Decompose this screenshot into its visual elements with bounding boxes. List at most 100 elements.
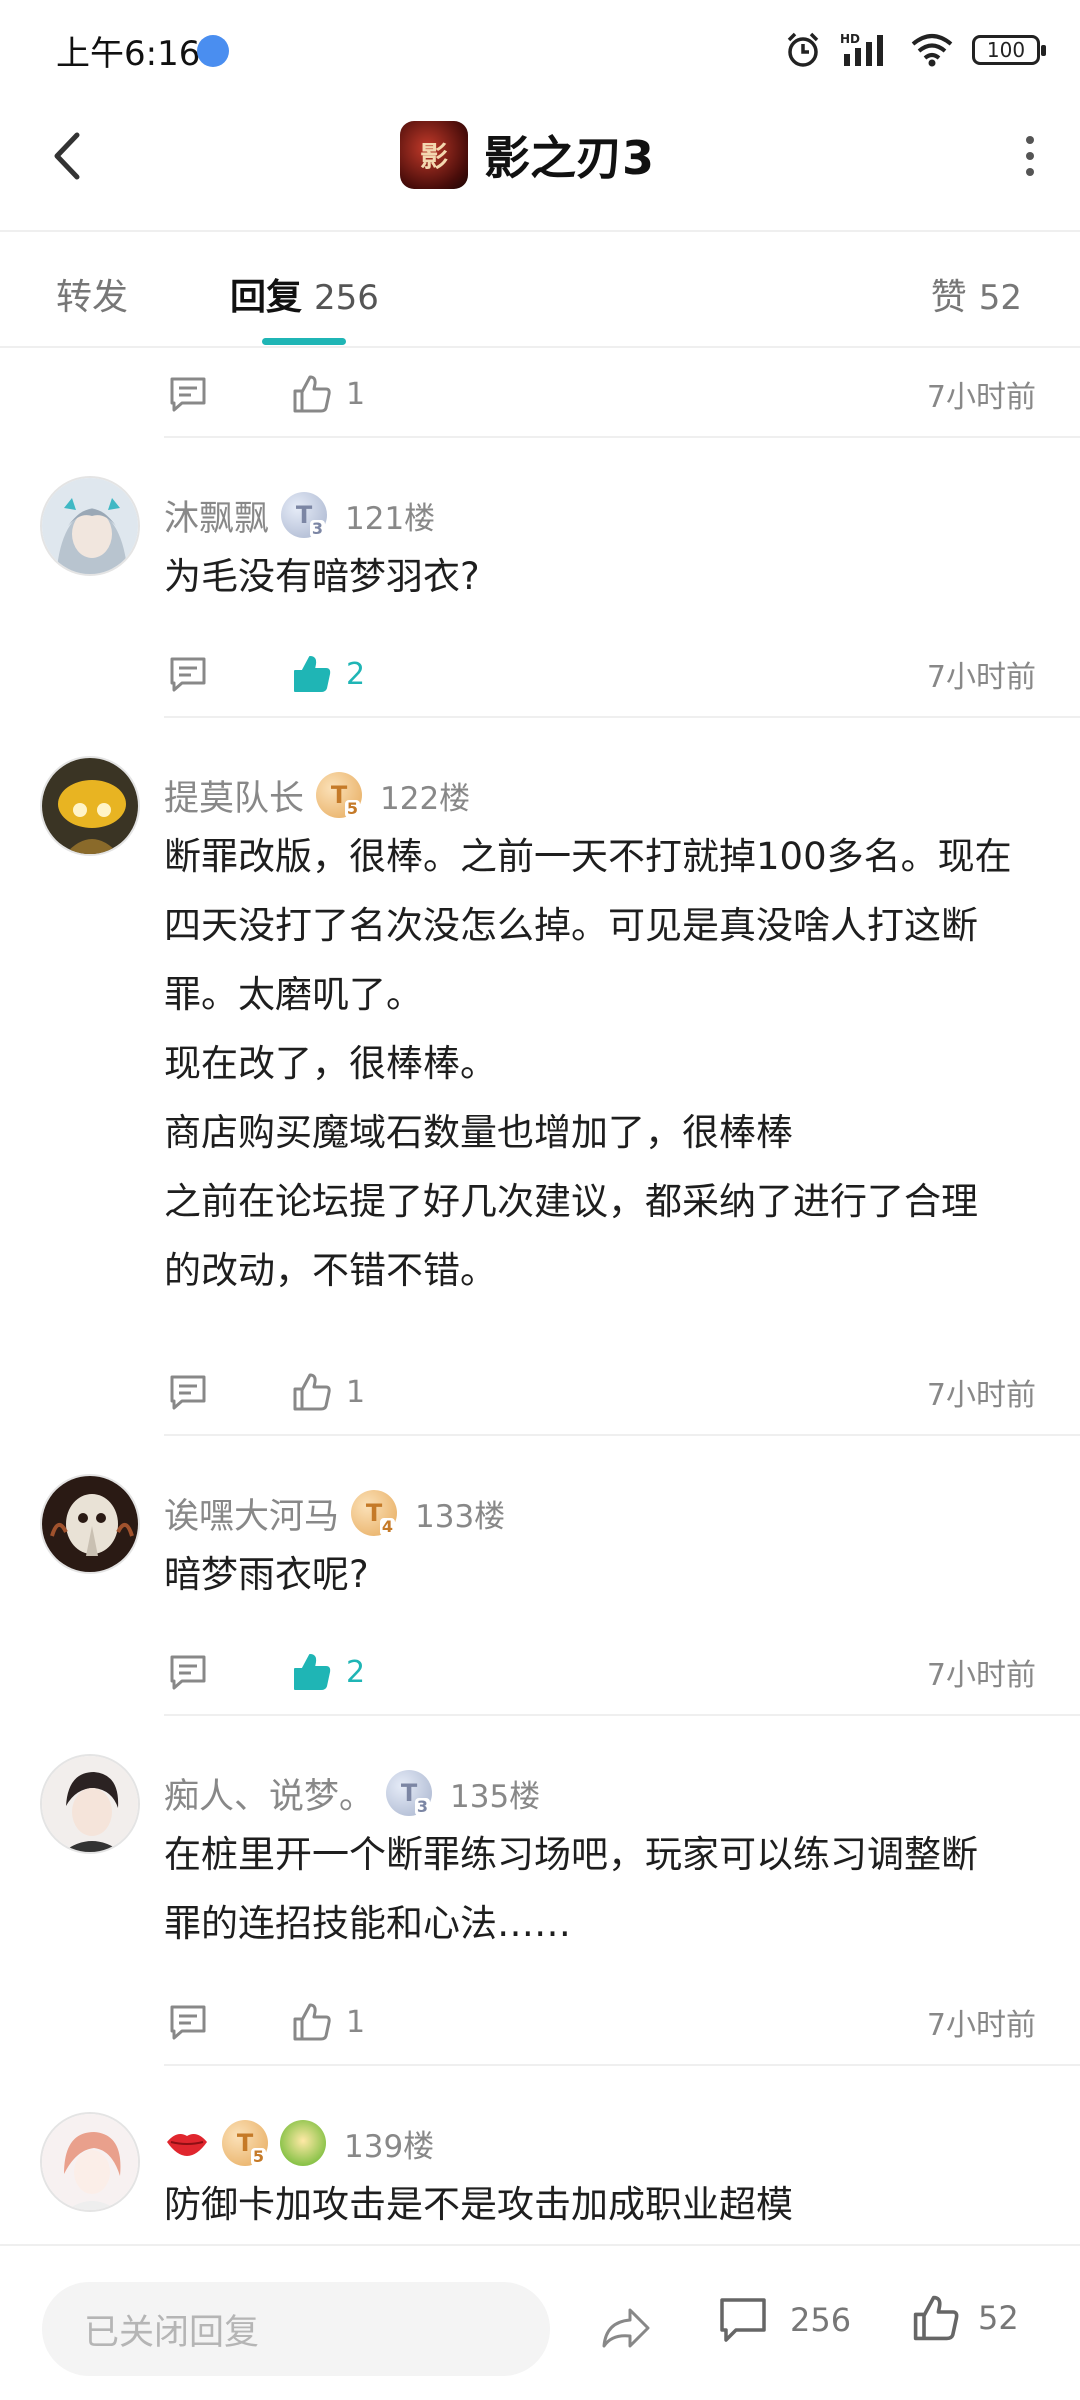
thumbs-up-icon — [293, 2003, 331, 2041]
divider — [164, 716, 1080, 718]
post-time: 7小时前 — [926, 2008, 1036, 2043]
comment-button[interactable] — [164, 370, 212, 418]
avatar[interactable] — [40, 756, 140, 856]
post-meta: T5 139楼 — [164, 2118, 434, 2168]
divider — [164, 436, 1080, 438]
tab-bar: 转发 回复 256 赞 52 — [0, 234, 1080, 348]
avatar[interactable] — [40, 476, 140, 576]
tab-forward-label: 转发 — [56, 277, 129, 318]
tab-like-count: 52 — [978, 278, 1022, 318]
like-count-button[interactable]: 52 — [912, 2294, 1019, 2342]
signal-icon: HD — [840, 32, 883, 66]
badge-level: 5 — [344, 799, 361, 818]
bottom-action-bar: 已关闭回复 256 52 — [0, 2244, 1080, 2400]
lips-icon-svg — [167, 2134, 207, 2156]
thumbs-up-icon — [294, 1654, 331, 1690]
battery-level: 100 — [986, 38, 1026, 62]
lips-icon — [164, 2120, 210, 2166]
divider — [164, 1714, 1080, 1716]
post-meta: 提莫队长 T5 122楼 — [164, 770, 470, 820]
location-app-icon — [197, 35, 229, 67]
tab-reply[interactable]: 回复 256 — [230, 268, 379, 320]
page-title: 影之刃3 — [484, 131, 655, 185]
avatar[interactable] — [40, 2112, 140, 2212]
game-logo[interactable]: 影 — [400, 121, 468, 189]
floor-number: 139楼 — [344, 2128, 435, 2165]
floor-number: 122楼 — [380, 780, 471, 817]
like-count: 1 — [346, 2004, 366, 2040]
more-button[interactable] — [1000, 126, 1060, 186]
status-icons: HD 100 — [784, 30, 1046, 70]
username[interactable]: 痴人、说梦。 — [164, 1768, 374, 1819]
username[interactable]: 诶嘿大河马 — [164, 1488, 339, 1539]
tab-active-indicator — [262, 338, 346, 345]
comment-button[interactable] — [164, 650, 212, 698]
back-button[interactable] — [36, 126, 96, 186]
avatar-image — [42, 1756, 138, 1852]
level-badge: T3 — [281, 492, 328, 538]
more-dot — [1026, 168, 1034, 176]
username[interactable]: 提莫队长 — [164, 770, 304, 821]
level-badge: T4 — [351, 1490, 398, 1536]
share-icon — [602, 2308, 650, 2348]
like-count: 52 — [978, 2299, 1019, 2337]
app-header: 影 影之刃3 — [0, 100, 1080, 232]
badge-level: 3 — [414, 1797, 431, 1816]
thumbs-up-icon — [293, 375, 331, 413]
status-time: 上午6:16 — [56, 34, 201, 74]
comment-button[interactable] — [164, 1998, 212, 2046]
post-content[interactable]: 防御卡加攻击是不是攻击加成职业超模 — [164, 2170, 1044, 2239]
like-button[interactable]: 2 — [292, 654, 365, 694]
thumbs-up-icon — [293, 1373, 331, 1411]
game-logo-glyph: 影 — [419, 140, 448, 173]
more-dot — [1026, 152, 1034, 160]
comment-button[interactable] — [164, 1368, 212, 1416]
post-time: 7小时前 — [926, 1658, 1036, 1693]
badge-level: 4 — [379, 1517, 396, 1536]
post-time: 7小时前 — [926, 380, 1036, 415]
tab-like-label: 赞 — [930, 277, 967, 318]
like-button[interactable]: 1 — [292, 374, 365, 414]
comment-count: 256 — [790, 2301, 852, 2339]
reply-input[interactable]: 已关闭回复 — [42, 2282, 550, 2376]
avatar[interactable] — [40, 1754, 140, 1854]
comment-count-button[interactable]: 256 — [718, 2296, 851, 2344]
action-row: 1 7小时前 — [164, 1992, 1036, 2052]
floor-number: 133楼 — [415, 1498, 506, 1535]
post-content[interactable]: 在桩里开一个断罪练习场吧，玩家可以练习调整断 罪的连招技能和心法…… — [164, 1820, 1044, 1958]
username[interactable]: 沐飘飘 — [164, 490, 269, 541]
floor-number: 121楼 — [345, 500, 436, 537]
chevron-left-icon — [54, 132, 80, 180]
badge-level: 3 — [309, 519, 326, 538]
like-button[interactable]: 1 — [292, 2002, 365, 2042]
avatar-image — [42, 478, 138, 574]
title-group[interactable]: 影 影之刃3 — [400, 120, 654, 190]
comment-icon — [170, 377, 206, 412]
divider — [164, 1434, 1080, 1436]
comment-icon — [720, 2298, 766, 2342]
level-badge: T3 — [386, 1770, 433, 1816]
more-vertical-icon — [1026, 136, 1034, 144]
alarm-icon — [787, 32, 819, 67]
tab-forward[interactable]: 转发 — [56, 268, 128, 320]
comment-button[interactable] — [164, 1648, 212, 1696]
post-content[interactable]: 为毛没有暗梦羽衣? — [164, 542, 1044, 611]
post-time: 7小时前 — [926, 1378, 1036, 1413]
tab-like[interactable]: 赞 52 — [931, 268, 1022, 320]
post-meta: 沐飘飘 T3 121楼 — [164, 490, 435, 540]
action-row: 2 7小时前 — [164, 644, 1036, 704]
like-count: 2 — [346, 656, 366, 692]
comment-icon — [170, 1375, 206, 1410]
avatar[interactable] — [40, 1474, 140, 1574]
post-meta: 诶嘿大河马 T4 133楼 — [164, 1488, 505, 1538]
like-button[interactable]: 1 — [292, 1372, 365, 1412]
action-row: 1 7小时前 — [164, 1362, 1036, 1422]
share-button[interactable] — [596, 2298, 656, 2358]
comment-icon — [170, 657, 206, 692]
post-content[interactable]: 暗梦雨衣呢? — [164, 1540, 1044, 1609]
like-count: 1 — [346, 376, 366, 412]
like-button[interactable]: 2 — [292, 1652, 365, 1692]
tab-reply-count: 256 — [314, 278, 379, 318]
level-badge: T5 — [316, 772, 363, 818]
post-content[interactable]: 断罪改版，很棒。之前一天不打就掉100多名。现在 四天没打了名次没怎么掉。可见是… — [164, 822, 1044, 1305]
